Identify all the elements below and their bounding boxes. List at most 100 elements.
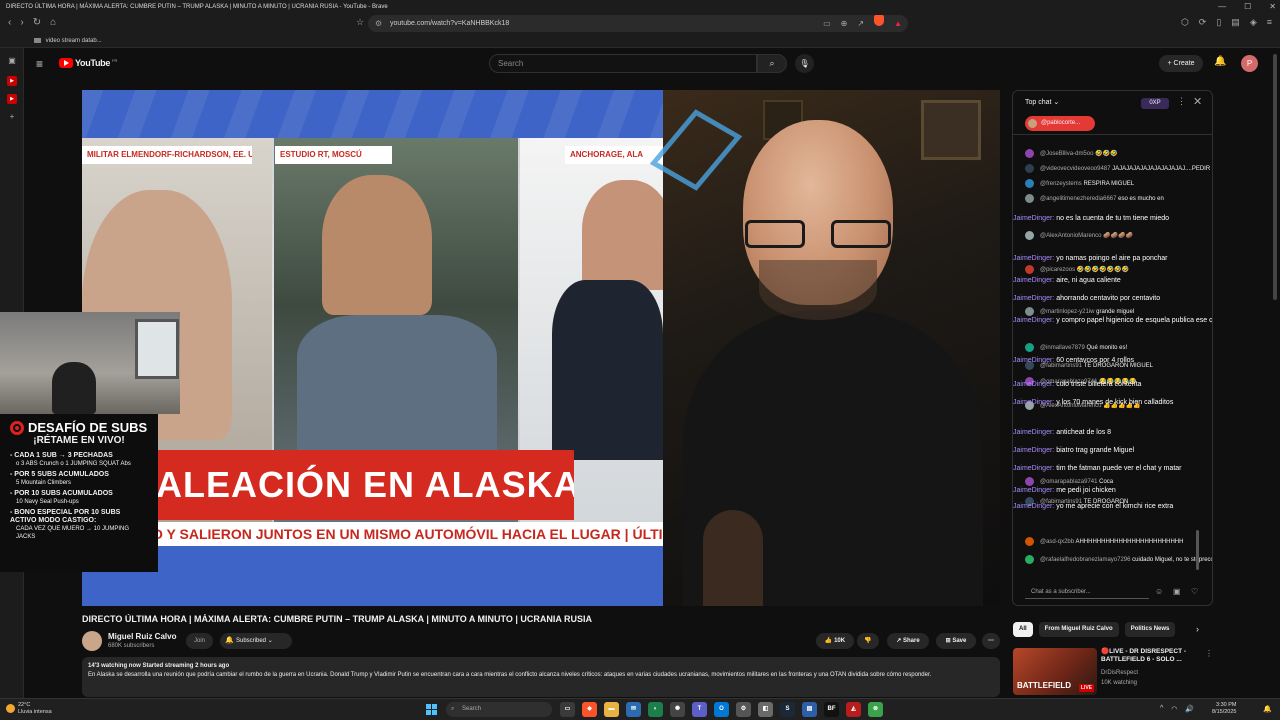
chat-avatar[interactable] (1025, 149, 1034, 158)
volume-icon[interactable]: 🔊 (1185, 705, 1194, 713)
notification-icon[interactable]: 🔔 (1263, 705, 1272, 713)
youtube-logo[interactable]: YouTube FR (59, 58, 117, 68)
chat-author[interactable]: @angelitimenezheredia6667 (1040, 196, 1116, 202)
emoji-icon[interactable]: ☺ (1155, 587, 1163, 596)
vpn-icon[interactable]: ◈ (1250, 17, 1257, 28)
outlook-icon[interactable]: O (714, 702, 729, 717)
chat-input[interactable]: Chat as a subscriber... (1025, 585, 1149, 599)
xbox-icon[interactable]: ⊗ (868, 702, 883, 717)
chat-avatar[interactable] (1025, 231, 1034, 240)
app-icon[interactable]: ▤ (802, 702, 817, 717)
chip-all[interactable]: All (1013, 622, 1033, 637)
start-icon[interactable] (426, 704, 437, 715)
youtube-tab-icon[interactable]: ▶ (7, 94, 17, 104)
home-icon[interactable]: ⌂ (50, 17, 56, 28)
chip-channel[interactable]: From Miguel Ruiz Calvo (1038, 622, 1119, 637)
app-icon[interactable]: ◭ (846, 702, 861, 717)
notifications-bell-icon[interactable]: 🔔 (1214, 56, 1226, 67)
chat-author[interactable]: @rafaelalfredobranezlamayo7296 (1040, 557, 1130, 563)
voice-search-button[interactable]: 🎙 (795, 54, 814, 73)
create-button[interactable]: + Create (1159, 55, 1203, 72)
chevron-up-icon[interactable]: ^ (1160, 705, 1163, 713)
weather-widget[interactable]: 22°C Lluvia intensa (6, 702, 52, 716)
video-description[interactable]: 14'3 watching now Started streaming 2 ho… (82, 657, 1000, 697)
youtube-tab-icon[interactable]: ▶ (7, 76, 17, 86)
chat-avatar[interactable] (1025, 555, 1034, 564)
chat-author[interactable]: @AlexAntonioMarenco (1040, 233, 1101, 239)
heart-icon[interactable]: ♡ (1191, 587, 1198, 596)
clock[interactable]: 3:30 PM 8/15/2025 (1212, 702, 1236, 716)
chat-avatar[interactable] (1025, 343, 1034, 352)
chat-scrollbar[interactable] (1196, 530, 1199, 570)
steam-icon[interactable]: S (780, 702, 795, 717)
file-explorer-icon[interactable]: ▬ (604, 702, 619, 717)
chat-message[interactable]: @martinlopez-y21iw grande miguel (1025, 307, 1134, 316)
battlefield-icon[interactable]: BF (824, 702, 839, 717)
subscribed-button[interactable]: 🔔 Subscribed ⌄ (220, 633, 292, 649)
save-button[interactable]: ⊞ Save (936, 633, 976, 649)
chat-avatar[interactable] (1025, 164, 1034, 173)
new-tab-icon[interactable]: + (7, 112, 17, 122)
recommendation-channel[interactable]: DrDisRespect (1101, 670, 1138, 676)
chevron-right-icon[interactable]: › (1196, 624, 1199, 634)
chat-avatar[interactable] (1025, 194, 1034, 203)
recommendation-title[interactable]: 🔴LIVE - DR DISRESPECT - BATTLEFIELD 6 - … (1101, 648, 1201, 664)
channel-avatar[interactable] (82, 631, 102, 651)
chat-author[interactable]: @picarezoos (1040, 267, 1075, 273)
chat-author[interactable]: @videovecvideoveoo9487 (1040, 166, 1110, 172)
dislike-button[interactable]: 👎 (857, 633, 879, 649)
site-settings-icon[interactable]: ⚙ (375, 15, 382, 32)
wallet-icon[interactable]: ▤ (1231, 17, 1240, 28)
brave-shields-icon[interactable] (874, 15, 885, 26)
chat-message[interactable]: @picarezoos 🤣🤣🤣🤣🤣🤣🤣 (1025, 265, 1129, 274)
chat-author[interactable]: @martinlopez-y21iw (1040, 309, 1094, 315)
chat-author[interactable]: @JoseBlliva-dm5oo (1040, 151, 1093, 157)
chat-avatar[interactable] (1025, 537, 1034, 546)
chat-message[interactable]: @videovecvideoveoo9487 JAJAJAJAJAJAJAJAJ… (1025, 164, 1212, 173)
chat-avatar[interactable] (1025, 307, 1034, 316)
chat-message[interactable]: @JoseBlliva-dm5oo 🤣🤣🤣 (1025, 149, 1118, 158)
maximize-button[interactable]: ☐ (1244, 0, 1251, 14)
brave-icon[interactable]: ◆ (582, 702, 597, 717)
xp-badge[interactable]: 0XP (1141, 98, 1169, 109)
hamburger-menu-icon[interactable]: ≡ (36, 57, 43, 71)
super-chat-icon[interactable]: ▣ (1173, 587, 1181, 596)
close-chat-icon[interactable]: ✕ (1193, 95, 1202, 108)
close-window-button[interactable]: ✕ (1269, 0, 1276, 14)
edge-icon[interactable]: ◐ (648, 702, 663, 717)
chat-message[interactable]: @asd-qx2bb AHHHHHHHHHHHHHHHHHHHHHHHH (1025, 537, 1183, 546)
join-button[interactable]: Join (186, 633, 213, 649)
chat-author[interactable]: @frenzeystems (1040, 181, 1082, 187)
page-scrollbar[interactable] (1273, 54, 1277, 300)
zoom-icon[interactable]: ⊕ (841, 15, 848, 32)
bookmark-item[interactable]: video stream datab... (46, 38, 102, 44)
cast-icon[interactable]: ▭ (823, 15, 831, 32)
sync-icon[interactable]: ⟳ (1199, 17, 1207, 28)
back-icon[interactable]: ‹ (8, 17, 11, 28)
search-input[interactable]: Search (489, 54, 757, 73)
share-icon[interactable]: ↗ (857, 15, 864, 32)
settings-icon[interactable]: ⚙ (736, 702, 751, 717)
pinned-user-pill[interactable]: @pablocorte... (1025, 116, 1095, 131)
chat-author[interactable]: @asd-qx2bb (1040, 539, 1074, 545)
chat-message[interactable]: @inmallave7879 Qué monito es! (1025, 343, 1127, 352)
chat-message[interactable]: @rafaelalfredobranezlamayo7296 cuidado M… (1025, 555, 1212, 564)
recommendation-menu-icon[interactable]: ⋮ (1205, 649, 1213, 658)
brave-rewards-icon[interactable]: ▲ (894, 15, 902, 32)
chat-avatar[interactable] (1025, 265, 1034, 274)
channel-name[interactable]: Miguel Ruiz Calvo (108, 632, 176, 641)
share-button[interactable]: ↗ Share (887, 633, 929, 649)
app-icon[interactable]: ◧ (758, 702, 773, 717)
taskbar-search[interactable]: ⌕ Search (446, 702, 552, 717)
minimize-button[interactable]: — (1218, 0, 1226, 14)
tabs-icon[interactable]: ▣ (7, 56, 17, 66)
address-bar[interactable]: ⚙ youtube.com/watch?v=KaNHBBKck18 ▭ ⊕ ↗ … (368, 15, 908, 32)
chat-message[interactable]: @AlexAntonioMarenco 🥔🥔🥔🥔 (1025, 231, 1133, 240)
chatgpt-icon[interactable]: ✺ (670, 702, 685, 717)
chat-message[interactable]: @frenzeystems RESPIRA MIGUEL (1025, 179, 1134, 188)
chat-author[interactable]: @inmallave7879 (1040, 345, 1085, 351)
menu-icon[interactable]: ≡ (1267, 17, 1272, 28)
like-button[interactable]: 👍 10K (816, 633, 854, 649)
recommendation-thumbnail[interactable]: BATTLEFIELD LIVE (1013, 648, 1097, 695)
chat-avatar[interactable] (1025, 477, 1034, 486)
